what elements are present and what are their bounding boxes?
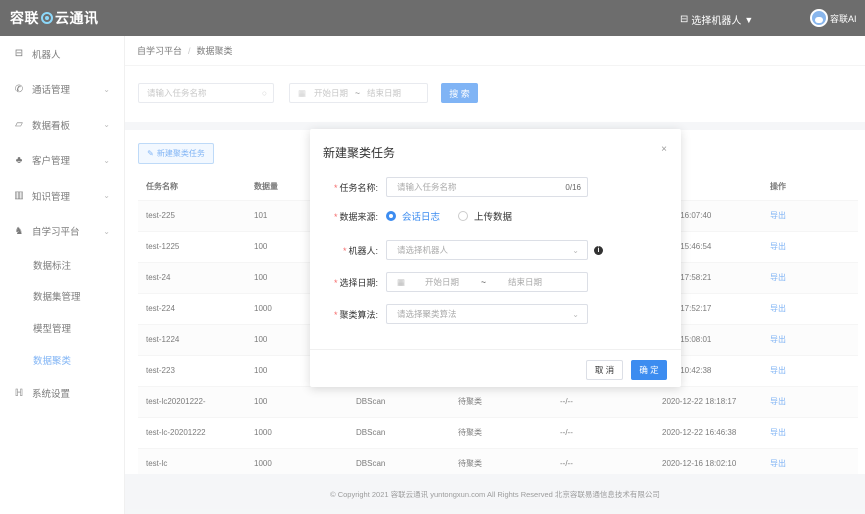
dialog-footer: 取 消 确 定 [310,349,681,387]
dialog-title: 新建聚类任务 [323,146,396,160]
task-name-input[interactable]: 请输入任务名称 0/16 [386,177,588,197]
robot-select[interactable]: 请选择机器人 ⌄ [386,240,588,260]
data-source-label: * 数据来源: [333,211,378,222]
confirm-button[interactable]: 确 定 [631,360,667,380]
robot-label: * 机器人: [342,245,378,256]
task-name-label: * 任务名称: [333,182,378,193]
calendar-icon: ▦ [397,276,406,287]
robot-row: * 机器人: 请选择机器人 ⌄ i [310,240,603,260]
date-row: * 选择日期: ▦ 开始日期 ~ 结束日期 [310,272,588,292]
algorithm-select[interactable]: 请选择聚类算法 ⌄ [386,304,588,324]
task-name-row: * 任务名称: 请输入任务名称 0/16 [310,177,588,197]
radio-session-log[interactable]: 会话日志 [386,209,440,223]
modal-date-range-picker[interactable]: ▦ 开始日期 ~ 结束日期 [386,272,588,292]
radio-unchecked-icon [458,211,469,221]
chevron-down-icon: ⌄ [572,245,579,255]
radio-upload-data[interactable]: 上传数据 [458,209,512,223]
date-label: * 选择日期: [333,277,378,288]
char-counter: 0/16 [565,182,581,192]
radio-checked-icon [386,211,396,221]
new-cluster-task-dialog: 新建聚类任务 × * 任务名称: 请输入任务名称 0/16 * 数据来源: 会话日志… [310,129,681,387]
info-icon[interactable]: i [594,245,603,255]
cancel-button[interactable]: 取 消 [586,360,623,380]
algorithm-label: * 聚类算法: [333,309,378,320]
data-source-row: * 数据来源: 会话日志 上传数据 [310,209,530,223]
close-icon[interactable]: × [661,144,667,155]
chevron-down-icon: ⌄ [572,309,579,319]
algorithm-row: * 聚类算法: 请选择聚类算法 ⌄ [310,304,588,324]
